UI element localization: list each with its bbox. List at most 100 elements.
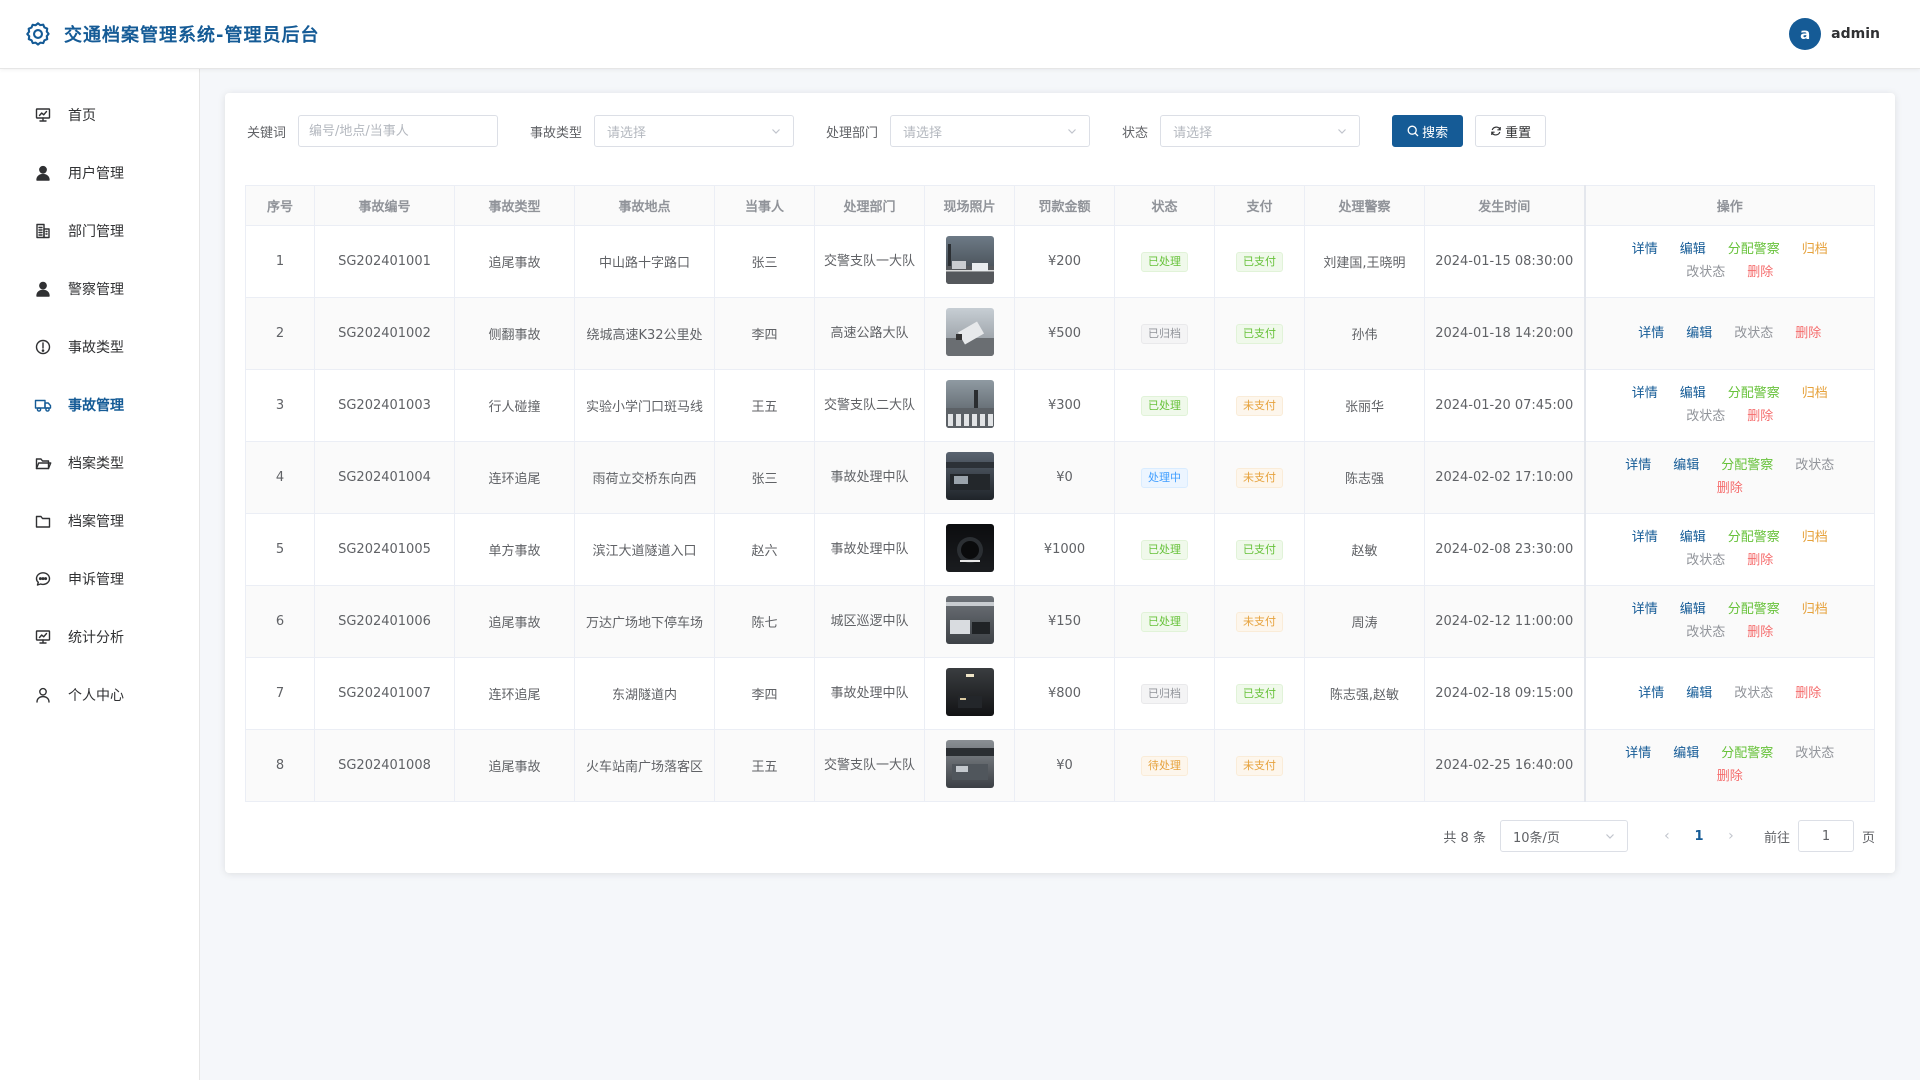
assign-police-button[interactable]: 分配警察 xyxy=(1721,743,1773,765)
change-status-button[interactable]: 改状态 xyxy=(1686,622,1725,644)
column-header: 状态 xyxy=(1114,185,1215,226)
accident-type-select[interactable]: 请选择 xyxy=(594,115,795,147)
archive-button[interactable]: 归档 xyxy=(1802,599,1828,621)
page-number[interactable]: 1 xyxy=(1682,829,1716,844)
cell-actions: 详情 编辑 改状态 删除 xyxy=(1583,657,1875,730)
edit-button[interactable]: 编辑 xyxy=(1680,383,1706,405)
assign-police-button[interactable]: 分配警察 xyxy=(1728,383,1780,405)
page-suffix: 页 xyxy=(1861,830,1875,846)
sidebar-item-1[interactable]: 用户管理 xyxy=(0,144,199,202)
assign-police-button[interactable]: 分配警察 xyxy=(1728,239,1780,261)
cell-accident-type: 连环追尾 xyxy=(454,657,575,730)
chevron-down-icon xyxy=(1338,129,1346,134)
pagination-total: 共 8 条 xyxy=(1443,830,1486,846)
archive-button[interactable]: 归档 xyxy=(1802,383,1828,405)
scene-photo[interactable] xyxy=(945,451,994,500)
scene-photo[interactable] xyxy=(945,235,994,284)
sidebar-item-2[interactable]: 部门管理 xyxy=(0,202,199,260)
username[interactable]: admin xyxy=(1831,26,1880,42)
sidebar-item-10[interactable]: 个人中心 xyxy=(0,666,199,724)
assign-police-button[interactable]: 分配警察 xyxy=(1728,527,1780,549)
search-button[interactable]: 搜索 xyxy=(1392,115,1464,147)
edit-button[interactable]: 编辑 xyxy=(1686,323,1712,345)
dept-placeholder: 请选择 xyxy=(903,125,943,141)
edit-button[interactable]: 编辑 xyxy=(1680,527,1706,549)
detail-button[interactable]: 详情 xyxy=(1632,239,1658,261)
edit-button[interactable]: 编辑 xyxy=(1673,455,1699,477)
delete-button[interactable]: 删除 xyxy=(1795,323,1821,345)
sidebar-item-9[interactable]: 统计分析 xyxy=(0,608,199,666)
edit-button[interactable]: 编辑 xyxy=(1673,743,1699,765)
sidebar-item-4[interactable]: 事故类型 xyxy=(0,318,199,376)
cell-accident-code: SG202401005 xyxy=(314,513,455,586)
detail-button[interactable]: 详情 xyxy=(1632,527,1658,549)
prev-page-button[interactable]: ‹ xyxy=(1652,828,1682,844)
scene-photo[interactable] xyxy=(945,739,994,788)
keyword-input[interactable] xyxy=(298,115,499,147)
edit-button[interactable]: 编辑 xyxy=(1680,599,1706,621)
delete-button[interactable]: 删除 xyxy=(1747,406,1773,428)
scene-photo[interactable] xyxy=(945,379,994,428)
edit-button[interactable]: 编辑 xyxy=(1680,239,1706,261)
delete-button[interactable]: 删除 xyxy=(1717,766,1743,788)
change-status-button[interactable]: 改状态 xyxy=(1686,262,1725,284)
sidebar-item-3[interactable]: 警察管理 xyxy=(0,260,199,318)
dept-label: 处理部门 xyxy=(826,125,879,141)
archive-button[interactable]: 归档 xyxy=(1802,239,1828,261)
status-badge: 已处理 xyxy=(1141,251,1188,272)
cell-accident-type: 追尾事故 xyxy=(454,585,575,658)
sidebar-item-7[interactable]: 档案管理 xyxy=(0,492,199,550)
cell-status: 已处理 xyxy=(1114,369,1215,442)
row-actions: 详情 编辑 改状态 删除 xyxy=(1592,323,1869,345)
change-status-button[interactable]: 改状态 xyxy=(1686,550,1725,572)
detail-button[interactable]: 详情 xyxy=(1638,683,1664,705)
cell-accident-code: SG202401004 xyxy=(314,441,455,514)
goto-label: 前往 xyxy=(1763,830,1790,846)
column-header: 处理部门 xyxy=(814,185,925,226)
sidebar-item-0[interactable]: 首页 xyxy=(0,86,199,144)
column-header: 事故类型 xyxy=(454,185,575,226)
cell-dept: 事故处理中队 xyxy=(814,657,925,730)
change-status-button[interactable]: 改状态 xyxy=(1686,406,1725,428)
page-size-select[interactable]: 10条/页 xyxy=(1499,820,1628,852)
change-status-button[interactable]: 改状态 xyxy=(1795,455,1834,477)
detail-button[interactable]: 详情 xyxy=(1625,743,1651,765)
detail-button[interactable]: 详情 xyxy=(1632,599,1658,621)
detail-button[interactable]: 详情 xyxy=(1638,323,1664,345)
delete-button[interactable]: 删除 xyxy=(1717,478,1743,500)
cell-actions: 详情 编辑 改状态 删除 xyxy=(1583,297,1875,370)
sidebar-item-8[interactable]: 申诉管理 xyxy=(0,550,199,608)
cell-location: 雨荷立交桥东向西 xyxy=(574,441,715,514)
scene-photo[interactable] xyxy=(945,307,994,356)
user-menu[interactable]: a admin xyxy=(1789,18,1880,50)
delete-button[interactable]: 删除 xyxy=(1747,622,1773,644)
cell-accident-type: 连环追尾 xyxy=(454,441,575,514)
dept-select[interactable]: 请选择 xyxy=(890,115,1091,147)
archive-button[interactable]: 归档 xyxy=(1802,527,1828,549)
goto-page-input[interactable] xyxy=(1797,820,1854,852)
change-status-button[interactable]: 改状态 xyxy=(1795,743,1834,765)
status-select[interactable]: 请选择 xyxy=(1160,115,1361,147)
delete-button[interactable]: 删除 xyxy=(1795,683,1821,705)
detail-button[interactable]: 详情 xyxy=(1632,383,1658,405)
sidebar-item-5[interactable]: 事故管理 xyxy=(0,376,199,434)
scene-photo[interactable] xyxy=(945,667,994,716)
refresh-icon xyxy=(1491,126,1501,136)
cell-time: 2024-02-18 09:15:00 xyxy=(1424,657,1585,730)
assign-police-button[interactable]: 分配警察 xyxy=(1721,455,1773,477)
change-status-button[interactable]: 改状态 xyxy=(1734,683,1773,705)
next-page-button[interactable]: › xyxy=(1716,828,1746,844)
delete-button[interactable]: 删除 xyxy=(1747,550,1773,572)
accident-table: 序号 事故编号 事故类型 事故地点 当事人 处理部门 现场照片 罚款金额 状态 支付 处理警察 发生时… xyxy=(245,185,1875,802)
scene-photo[interactable] xyxy=(945,523,994,572)
sidebar-item-6[interactable]: 档案类型 xyxy=(0,434,199,492)
detail-button[interactable]: 详情 xyxy=(1625,455,1651,477)
delete-button[interactable]: 删除 xyxy=(1747,262,1773,284)
reset-button[interactable]: 重置 xyxy=(1475,115,1547,147)
assign-police-button[interactable]: 分配警察 xyxy=(1728,599,1780,621)
edit-button[interactable]: 编辑 xyxy=(1686,683,1712,705)
avatar[interactable]: a xyxy=(1789,18,1822,50)
cell-actions: 详情 编辑 分配警察 归档改状态 删除 xyxy=(1583,513,1875,586)
change-status-button[interactable]: 改状态 xyxy=(1734,323,1773,345)
scene-photo[interactable] xyxy=(945,595,994,644)
